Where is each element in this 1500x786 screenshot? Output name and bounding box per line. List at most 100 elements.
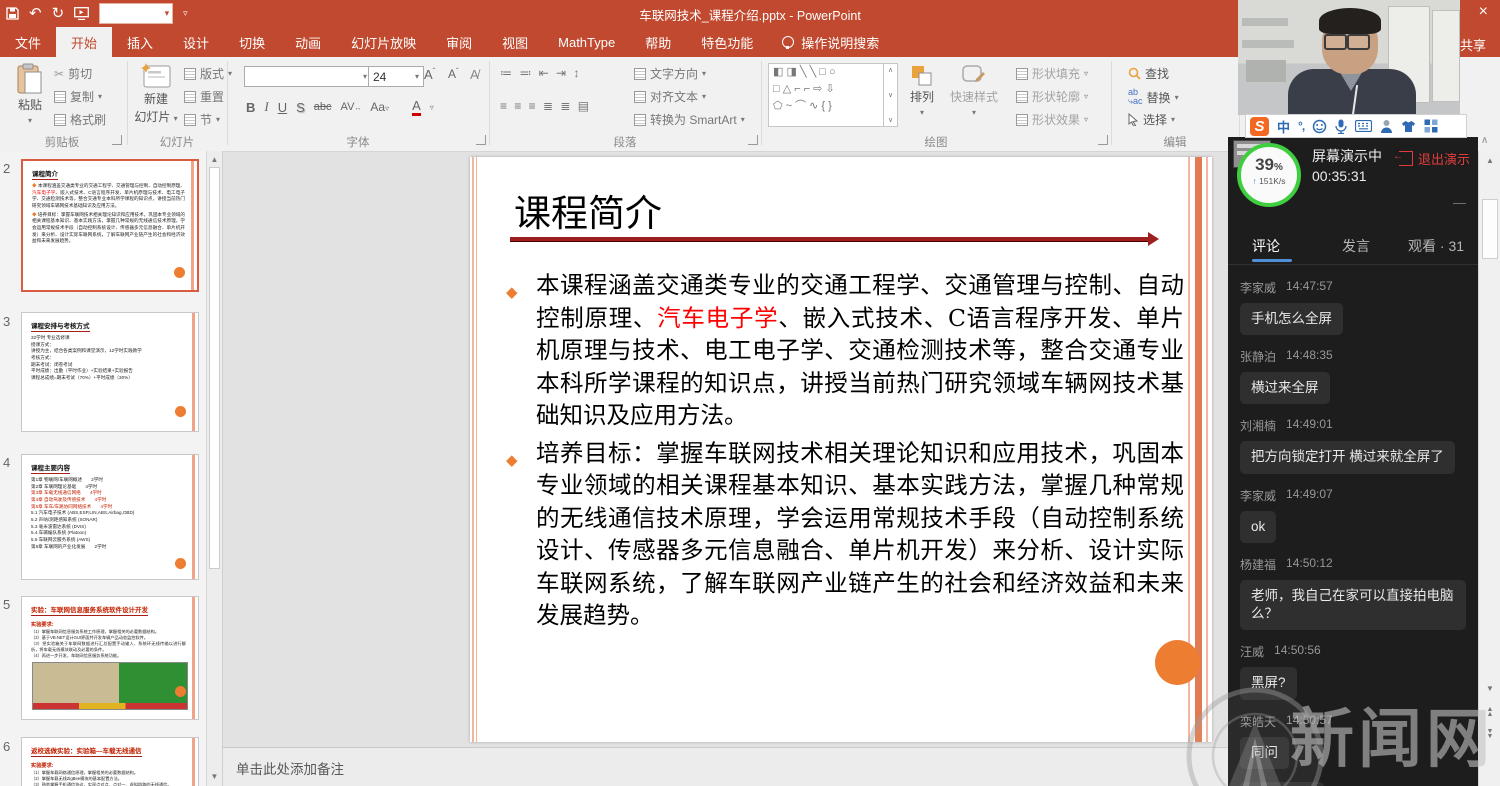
- thumbnail-slide-3[interactable]: 课程安排与考核方式 32学时 专业选修课 授课方式： 讲授为主，结合各类案例和课…: [21, 312, 199, 432]
- tab-mathtype[interactable]: MathType: [543, 27, 630, 57]
- skin-shirt-icon[interactable]: [1401, 120, 1416, 133]
- tab-comments[interactable]: 评论: [1252, 236, 1280, 256]
- shapes-row-2[interactable]: □ △ ⌐ ⌐ ⇨ ⇩: [769, 81, 883, 98]
- font-size-combo[interactable]: 24▾: [368, 66, 424, 87]
- thumbnail-slide-2[interactable]: 课程简介 ◆ 本课程涵盖交通类专业的交通工程学、交通管理与控制、自动控制原理、汽…: [21, 159, 199, 292]
- scroll-up-icon[interactable]: ▲: [207, 155, 222, 164]
- text-shadow-button[interactable]: S: [296, 100, 305, 115]
- ime-mode-chinese[interactable]: 中: [1277, 117, 1290, 136]
- format-painter-button[interactable]: 格式刷: [54, 111, 106, 128]
- replace-button[interactable]: ab⤷ac 替换 ▾: [1128, 88, 1179, 106]
- clipboard-dialog-launcher[interactable]: [112, 135, 122, 145]
- shapes-gallery[interactable]: ◧ ◨ ╲ ╲ □ ○ □ △ ⌐ ⌐ ⇨ ⇩ ⬠ ~ ⌒ ∿ { } ∧ ∨ …: [768, 63, 898, 127]
- slide-title[interactable]: 课程简介: [514, 183, 662, 237]
- tab-home[interactable]: 开始: [56, 27, 112, 57]
- microphone-icon[interactable]: [1335, 119, 1347, 134]
- thumb6-body: （1）掌握车载网络通信原理，掌握相关的必要数据结构。 （2）掌握车载无线ZigB…: [31, 770, 186, 786]
- clear-formatting-button[interactable]: A̸: [470, 67, 479, 82]
- paragraph-dialog-launcher[interactable]: [748, 135, 758, 145]
- reset-button[interactable]: 重置: [184, 88, 224, 105]
- group-divider: [227, 61, 228, 145]
- gallery-scroll-up-icon[interactable]: ∧: [888, 66, 893, 74]
- align-text-button[interactable]: 对齐文本▾: [634, 88, 706, 105]
- font-color-button[interactable]: A: [412, 98, 421, 116]
- text-direction-button[interactable]: 文字方向▾: [634, 65, 706, 82]
- alignment-icons[interactable]: ≡ ≡ ≡ ≣ ≣ ▤: [500, 99, 591, 113]
- notes-placeholder[interactable]: 单击此处添加备注: [236, 758, 344, 778]
- cut-button[interactable]: ✂剪切: [54, 65, 92, 82]
- tab-insert[interactable]: 插入: [112, 27, 168, 57]
- message-time: 14:49:01: [1286, 417, 1333, 434]
- shape-fill-button[interactable]: 形状填充▿: [1016, 65, 1088, 82]
- grow-font-button[interactable]: Aˆ: [424, 67, 435, 82]
- share-button[interactable]: 共享: [1460, 35, 1486, 54]
- thumb4-title: 课程主要内容: [31, 462, 70, 474]
- sender-name: 李家威: [1240, 279, 1276, 296]
- shapes-row-1[interactable]: ◧ ◨ ╲ ╲ □ ○: [769, 64, 883, 81]
- arrange-button[interactable]: 排列 ▾: [902, 65, 942, 118]
- tab-design[interactable]: 设计: [168, 27, 224, 57]
- shrink-font-button[interactable]: Aˇ: [448, 67, 459, 81]
- tab-review[interactable]: 审阅: [431, 27, 487, 57]
- tab-special-features[interactable]: 特色功能: [686, 27, 768, 57]
- paste-button[interactable]: 粘贴 ▾: [8, 63, 52, 126]
- shape-outline-button[interactable]: 形状轮廓▿: [1016, 88, 1088, 105]
- font-dialog-launcher[interactable]: [476, 135, 486, 145]
- bold-button[interactable]: B: [246, 100, 255, 115]
- close-button[interactable]: ×: [1479, 3, 1488, 21]
- scrollbar-thumb[interactable]: [1482, 199, 1498, 259]
- thumb-orange-dot: [175, 558, 186, 569]
- sogou-logo-icon[interactable]: S: [1250, 117, 1269, 136]
- italic-button[interactable]: I: [264, 99, 268, 115]
- scrollbar-thumb[interactable]: [209, 167, 220, 569]
- tab-slideshow[interactable]: 幻灯片放映: [336, 27, 431, 57]
- tab-animations[interactable]: 动画: [280, 27, 336, 57]
- font-name-combo[interactable]: ▾: [244, 66, 372, 87]
- section-button[interactable]: 节▾: [184, 111, 220, 128]
- new-slide-button[interactable]: 新建 幻灯片 ▾: [133, 63, 179, 125]
- slide-canvas[interactable]: 课程简介 ◆本课程涵盖交通类专业的交通工程学、交通管理与控制、自动控制原理、汽车…: [470, 157, 1212, 742]
- tab-transitions[interactable]: 切换: [224, 27, 280, 57]
- layout-dropdown-icon: ▾: [228, 69, 232, 78]
- change-case-button[interactable]: Aa▿: [370, 100, 389, 114]
- list-indent-spacing-icons[interactable]: ≔ ≕ ⇤ ⇥ ↕: [500, 66, 581, 80]
- strikethrough-button[interactable]: abc: [314, 101, 332, 113]
- ime-punctuation[interactable]: °,: [1298, 119, 1304, 133]
- font-name-dropdown-icon[interactable]: ▾: [363, 72, 367, 81]
- gallery-more-icon[interactable]: ∨: [888, 116, 893, 124]
- convert-smartart-button[interactable]: 转换为 SmartArt▾: [634, 111, 745, 128]
- layout-button[interactable]: 版式▾: [184, 65, 232, 82]
- find-button[interactable]: 查找: [1128, 65, 1169, 82]
- underline-button[interactable]: U: [278, 100, 287, 115]
- scroll-down-icon[interactable]: ▼: [207, 772, 222, 781]
- tab-viewers[interactable]: 观看 · 31: [1408, 236, 1464, 256]
- tab-file[interactable]: 文件: [0, 27, 56, 57]
- slide-body-textbox[interactable]: ◆本课程涵盖交通类专业的交通工程学、交通管理与控制、自动控制原理、汽车电子学、嵌…: [536, 269, 1184, 637]
- gallery-scroll-down-icon[interactable]: ∨: [888, 91, 893, 99]
- tell-me-search[interactable]: 操作说明搜索: [782, 27, 879, 57]
- exit-presentation-button[interactable]: 退出演示: [1399, 149, 1470, 168]
- emoji-icon[interactable]: [1312, 119, 1327, 134]
- font-color-dropdown-icon[interactable]: ▿: [430, 103, 434, 112]
- thumbnail-slide-4[interactable]: 课程主要内容 第1章 物联网/车联网概述 2学时 第2章 车联网理论基础 4学时…: [21, 454, 199, 580]
- copy-button[interactable]: 复制▾: [54, 88, 102, 105]
- keyboard-icon[interactable]: [1355, 120, 1372, 132]
- thumbnail-slide-6[interactable]: 返校选做实验：实验箱—车载无线通信 实验要求: （1）掌握车载网络通信原理，掌握…: [21, 737, 199, 786]
- character-spacing-button[interactable]: AV↔: [341, 101, 362, 113]
- person-hair: [1319, 8, 1381, 34]
- quick-styles-button[interactable]: 快速样式 ▾: [948, 65, 1000, 118]
- select-button[interactable]: 选择 ▾: [1128, 111, 1175, 128]
- shapes-row-3[interactable]: ⬠ ~ ⌒ ∿ { }: [769, 98, 883, 115]
- font-size-dropdown-icon[interactable]: ▾: [415, 72, 419, 81]
- tab-help[interactable]: 帮助: [630, 27, 686, 57]
- toolbox-grid-icon[interactable]: [1424, 119, 1438, 133]
- thumbnail-slide-5[interactable]: 实验：车联网信息服务系统软件设计开发 实验要求: （1）掌握车联网信息服务系统工…: [21, 596, 199, 720]
- tab-view[interactable]: 视图: [487, 27, 543, 57]
- thumbnail-scrollbar[interactable]: ▲ ▼: [206, 151, 222, 786]
- shape-effects-button[interactable]: 形状效果▿: [1016, 111, 1088, 128]
- scroll-up-icon[interactable]: ▲: [1479, 156, 1500, 165]
- collapse-ribbon-icon[interactable]: ∧: [1481, 135, 1488, 146]
- tab-speak[interactable]: 发言: [1342, 236, 1370, 256]
- user-profile-icon[interactable]: [1380, 119, 1393, 133]
- drawing-dialog-launcher[interactable]: [1098, 135, 1108, 145]
